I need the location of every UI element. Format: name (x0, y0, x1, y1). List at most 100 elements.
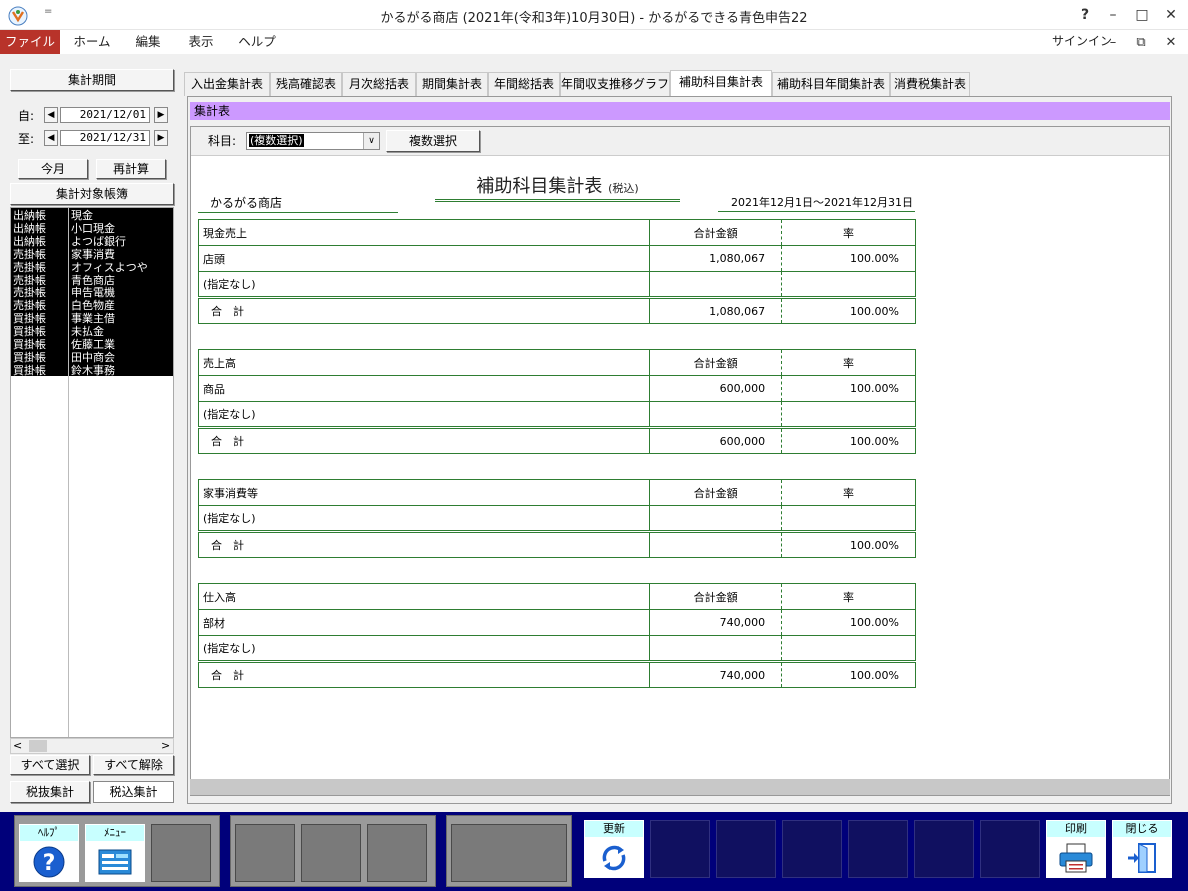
menu-home[interactable]: ホーム (66, 30, 118, 54)
table-row[interactable]: 商品 600,000 100.00% (197, 375, 916, 402)
summary-table: 売上高 合計金額率商品 600,000 100.00% (指定なし) 合 計 600,000… (197, 349, 916, 454)
ledger-name: 田中商会 (71, 350, 115, 364)
tab-8[interactable]: 消費税集計表 (890, 72, 970, 96)
date-from-field[interactable]: 2021/12/01 (60, 107, 150, 123)
table-row[interactable]: (指定なし) (197, 505, 916, 532)
ledger-hscrollbar[interactable]: < > (10, 738, 174, 754)
table-row[interactable]: (指定なし) (197, 635, 916, 662)
account-select[interactable]: (複数選択) ∨ (246, 132, 380, 150)
doc-minimize-button[interactable]: – (1102, 32, 1124, 54)
tax-excluded-tab[interactable]: 税抜集計 (10, 781, 90, 803)
ledger-name: 鈴木事務 (71, 363, 115, 377)
amount-cell: 600,000 (649, 375, 783, 402)
menu-file[interactable]: ファイル (0, 30, 60, 54)
total-amount: 1,080,067 (649, 296, 783, 324)
ledger-item[interactable]: 出納帳 小口現金 (11, 222, 173, 235)
tab-0[interactable]: 入出金集計表 (184, 72, 270, 96)
table-row[interactable]: (指定なし) (197, 401, 916, 428)
maximize-button[interactable]: □ (1127, 4, 1157, 26)
total-amount (649, 530, 783, 558)
fkey-menu[interactable]: ﾒﾆｭｰ (85, 824, 145, 882)
ledger-name: 青色商店 (71, 273, 115, 287)
sub-account-name: 商品 (197, 375, 651, 402)
close-window-button[interactable]: ✕ (1156, 4, 1186, 26)
scroll-left-arrow[interactable]: < (13, 739, 22, 752)
scroll-right-arrow[interactable]: > (161, 739, 170, 752)
total-label: 合 計 (197, 296, 651, 324)
fkey-print[interactable]: 印刷 (1046, 820, 1106, 878)
ledger-name: 現金 (71, 209, 93, 222)
fkey-update-label: 更新 (585, 821, 643, 837)
deselect-all-button[interactable]: すべて解除 (93, 755, 174, 775)
fkey-empty (235, 824, 295, 882)
ledger-item[interactable]: 売掛帳 青色商店 (11, 273, 173, 287)
date-to-prev-button[interactable]: ◀ (44, 130, 58, 146)
tab-1[interactable]: 残高確認表 (270, 72, 342, 96)
multi-select-button[interactable]: 複数選択 (386, 130, 480, 152)
date-to-next-button[interactable]: ▶ (154, 130, 168, 146)
recalc-button[interactable]: 再計算 (96, 159, 166, 179)
help-icon: ? (20, 843, 78, 881)
date-to-field[interactable]: 2021/12/31 (60, 130, 150, 146)
tab-6[interactable]: 補助科目集計表 (670, 70, 772, 96)
menu-view[interactable]: 表示 (178, 30, 224, 54)
chevron-down-icon[interactable]: ∨ (363, 133, 379, 149)
minimize-button[interactable]: – (1098, 4, 1128, 26)
exit-door-icon (1113, 839, 1171, 877)
ledger-item[interactable]: 買掛帳 田中商会 (11, 350, 173, 364)
ledger-type: 売掛帳 (13, 247, 46, 261)
tax-included-tab[interactable]: 税込集計 (93, 781, 174, 803)
fkey-help[interactable]: ﾍﾙﾌﾟ ? (19, 824, 79, 882)
table-header-row: 家事消費等 合計金額率 (197, 479, 916, 506)
doc-restore-button[interactable]: ⧉ (1130, 32, 1152, 54)
ledger-item[interactable]: 売掛帳 白色物産 (11, 299, 173, 313)
fkey-empty (301, 824, 361, 882)
ledger-item[interactable]: 売掛帳 オフィスよつや (11, 261, 173, 274)
ledger-name: 白色物産 (71, 299, 115, 313)
amount-cell (649, 505, 783, 532)
ledger-list[interactable]: 出納帳 現金 出納帳 小口現金 出納帳 よつば銀行 売掛帳 家事消費 売掛帳 オフィスよつや 売掛帳… (10, 207, 174, 738)
col-rate-header: 率 (781, 219, 916, 246)
table-row[interactable]: 店頭 1,080,067 100.00% (197, 245, 916, 272)
select-all-button[interactable]: すべて選択 (10, 755, 90, 775)
ledger-type: 売掛帳 (13, 299, 46, 313)
ledger-item[interactable]: 買掛帳 鈴木事務 (11, 363, 173, 377)
total-label: 合 計 (197, 426, 651, 454)
amount-cell: 1,080,067 (649, 245, 783, 272)
tab-7[interactable]: 補助科目年間集計表 (772, 72, 890, 96)
sub-account-name: 店頭 (197, 245, 651, 272)
ledger-item[interactable]: 出納帳 現金 (11, 209, 173, 222)
period-header: 集計期間 (10, 69, 174, 91)
fkey-close[interactable]: 閉じる (1112, 820, 1172, 878)
tab-5[interactable]: 年間収支推移グラフ (560, 72, 670, 96)
window-title: かるがる商店 (2021年(令和3年)10月30日) - かるがるできる青色申告… (380, 11, 808, 26)
doc-close-button[interactable]: ✕ (1160, 32, 1182, 54)
ledger-item[interactable]: 出納帳 よつば銀行 (11, 235, 173, 248)
report-title: 補助科目集計表 (税込) (435, 172, 680, 202)
date-from-prev-button[interactable]: ◀ (44, 107, 58, 123)
date-from-next-button[interactable]: ▶ (154, 107, 168, 123)
tab-2[interactable]: 月次総括表 (342, 72, 416, 96)
ledger-item[interactable]: 買掛帳 事業主借 (11, 312, 173, 325)
ledger-item[interactable]: 売掛帳 申告電機 (11, 286, 173, 300)
tab-3[interactable]: 期間集計表 (416, 72, 488, 96)
help-button[interactable]: ? (1070, 4, 1100, 26)
total-row: 合 計 740,000 100.00% (197, 660, 916, 688)
report-hscrollbar[interactable] (190, 779, 1170, 795)
table-row[interactable]: 部材 740,000 100.00% (197, 609, 916, 636)
ledger-item[interactable]: 買掛帳 佐藤工業 (11, 338, 173, 351)
ledger-type: 売掛帳 (13, 286, 46, 300)
ledger-item[interactable]: 売掛帳 家事消費 (11, 247, 173, 261)
this-month-button[interactable]: 今月 (18, 159, 88, 179)
total-label: 合 計 (197, 660, 651, 688)
scroll-thumb[interactable] (29, 740, 47, 752)
ledger-type: 買掛帳 (13, 338, 46, 351)
amount-cell: 740,000 (649, 609, 783, 636)
sub-account-name: (指定なし) (197, 271, 651, 298)
table-row[interactable]: (指定なし) (197, 271, 916, 298)
menu-edit[interactable]: 編集 (124, 30, 172, 54)
ledger-item[interactable]: 買掛帳 未払金 (11, 325, 173, 338)
fkey-update[interactable]: 更新 (584, 820, 644, 878)
tab-4[interactable]: 年間総括表 (488, 72, 560, 96)
menu-help[interactable]: ヘルプ (232, 30, 282, 54)
